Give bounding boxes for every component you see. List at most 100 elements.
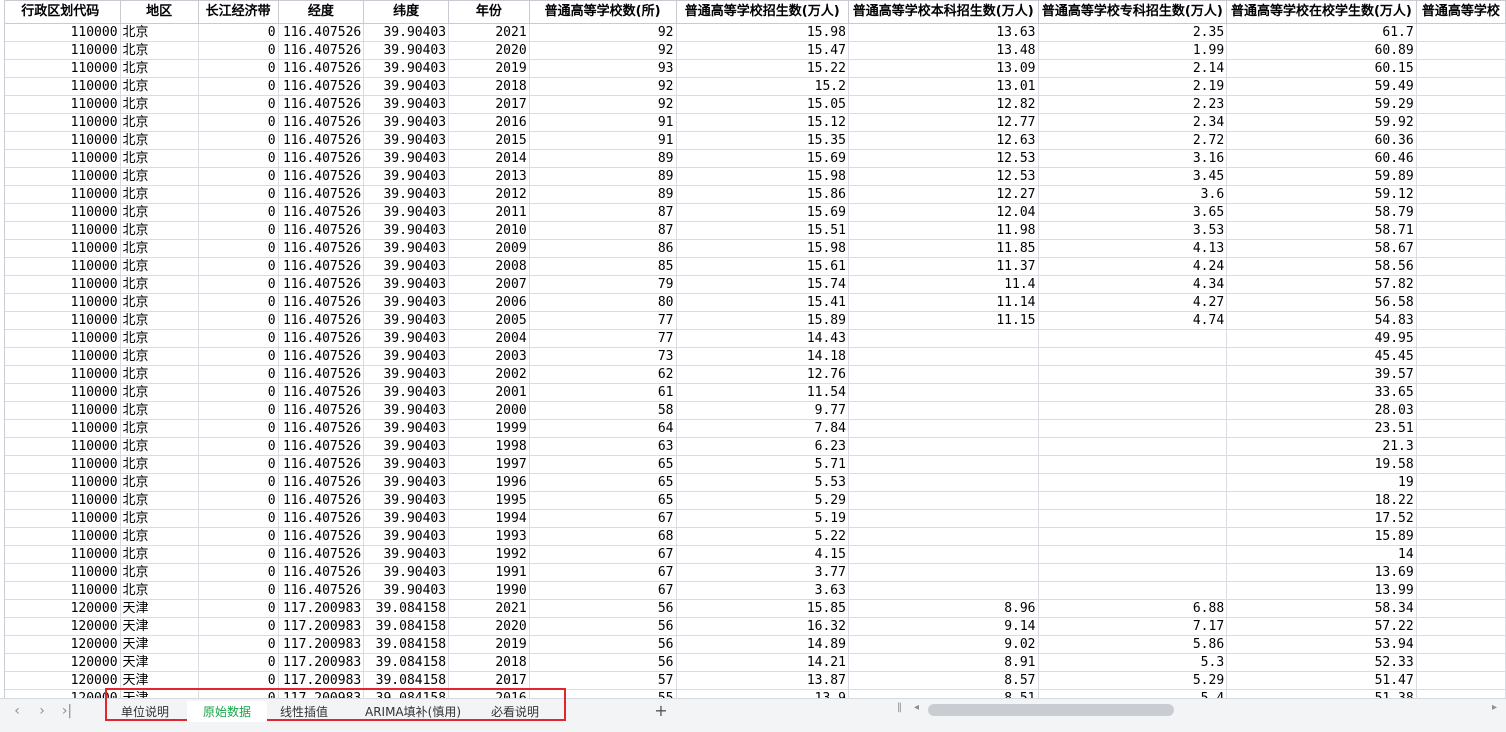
table-cell[interactable]: 2013 bbox=[448, 167, 530, 186]
table-cell[interactable]: 77 bbox=[528, 329, 677, 348]
table-cell[interactable]: 1.99 bbox=[1037, 41, 1228, 60]
table-cell[interactable] bbox=[1415, 527, 1506, 546]
table-cell[interactable]: 39.90403 bbox=[363, 239, 450, 258]
table-cell[interactable] bbox=[847, 419, 1039, 438]
table-cell[interactable]: 116.407526 bbox=[277, 221, 365, 240]
table-cell[interactable]: 116.407526 bbox=[277, 401, 365, 420]
column-header[interactable]: 地区 bbox=[119, 0, 199, 24]
table-cell[interactable]: 5.86 bbox=[1037, 635, 1228, 654]
table-cell[interactable]: 92 bbox=[528, 41, 677, 60]
table-cell[interactable]: 23.51 bbox=[1226, 419, 1417, 438]
table-cell[interactable]: 53.94 bbox=[1226, 635, 1417, 654]
table-cell[interactable] bbox=[1415, 401, 1506, 420]
table-cell[interactable]: 0 bbox=[197, 149, 279, 168]
table-cell[interactable] bbox=[1415, 653, 1506, 672]
table-cell[interactable]: 0 bbox=[197, 275, 279, 294]
table-cell[interactable]: 120000 bbox=[0, 599, 121, 618]
table-cell[interactable]: 北京 bbox=[119, 401, 199, 420]
table-cell[interactable] bbox=[1037, 491, 1228, 510]
table-cell[interactable]: 61 bbox=[528, 383, 677, 402]
sheet-tab[interactable]: 必看说明 bbox=[477, 701, 553, 723]
table-cell[interactable]: 北京 bbox=[119, 455, 199, 474]
table-cell[interactable]: 15.89 bbox=[1226, 527, 1417, 546]
sheet-tab[interactable]: ARIMA填补(慎用) bbox=[348, 701, 478, 723]
table-cell[interactable]: 110000 bbox=[0, 491, 121, 510]
table-cell[interactable] bbox=[1415, 23, 1506, 42]
table-cell[interactable]: 110000 bbox=[0, 401, 121, 420]
table-cell[interactable]: 13.48 bbox=[847, 41, 1039, 60]
table-cell[interactable]: 2019 bbox=[448, 59, 530, 78]
table-cell[interactable]: 8.91 bbox=[847, 653, 1039, 672]
table-cell[interactable] bbox=[1415, 365, 1506, 384]
table-cell[interactable]: 116.407526 bbox=[277, 59, 365, 78]
table-cell[interactable]: 110000 bbox=[0, 311, 121, 330]
table-cell[interactable]: 39.90403 bbox=[363, 383, 450, 402]
table-cell[interactable]: 117.200983 bbox=[277, 653, 365, 672]
table-cell[interactable]: 116.407526 bbox=[277, 311, 365, 330]
sheet-tab[interactable]: 线性插值 bbox=[264, 701, 344, 723]
table-cell[interactable]: 16.32 bbox=[675, 617, 849, 636]
table-cell[interactable]: 0 bbox=[197, 581, 279, 600]
table-cell[interactable]: 116.407526 bbox=[277, 455, 365, 474]
table-cell[interactable]: 39.084158 bbox=[363, 617, 450, 636]
table-cell[interactable]: 北京 bbox=[119, 149, 199, 168]
table-cell[interactable] bbox=[1415, 347, 1506, 366]
column-header[interactable]: 普通高等学校专科招生数(万人) bbox=[1037, 0, 1228, 24]
column-header[interactable]: 普通高等学校数(所) bbox=[528, 0, 677, 24]
scroll-split-icon[interactable]: ‖ bbox=[897, 702, 902, 713]
table-cell[interactable]: 12.82 bbox=[847, 95, 1039, 114]
table-cell[interactable]: 北京 bbox=[119, 113, 199, 132]
table-cell[interactable]: 18.22 bbox=[1226, 491, 1417, 510]
table-cell[interactable]: 0 bbox=[197, 239, 279, 258]
table-cell[interactable]: 0 bbox=[197, 347, 279, 366]
table-cell[interactable]: 4.24 bbox=[1037, 257, 1228, 276]
table-cell[interactable] bbox=[1415, 113, 1506, 132]
table-cell[interactable]: 4.34 bbox=[1037, 275, 1228, 294]
table-cell[interactable] bbox=[1415, 131, 1506, 150]
table-cell[interactable]: 北京 bbox=[119, 293, 199, 312]
table-cell[interactable]: 14.21 bbox=[675, 653, 849, 672]
table-cell[interactable]: 5.3 bbox=[1037, 653, 1228, 672]
table-cell[interactable]: 11.85 bbox=[847, 239, 1039, 258]
table-cell[interactable]: 116.407526 bbox=[277, 581, 365, 600]
table-cell[interactable]: 56 bbox=[528, 617, 677, 636]
table-cell[interactable]: 0 bbox=[197, 95, 279, 114]
table-cell[interactable]: 110000 bbox=[0, 365, 121, 384]
table-cell[interactable]: 天津 bbox=[119, 653, 199, 672]
table-cell[interactable]: 39.90403 bbox=[363, 491, 450, 510]
table-cell[interactable]: 116.407526 bbox=[277, 293, 365, 312]
table-cell[interactable]: 0 bbox=[197, 167, 279, 186]
table-cell[interactable]: 116.407526 bbox=[277, 545, 365, 564]
table-cell[interactable] bbox=[847, 491, 1039, 510]
table-cell[interactable]: 51.38 bbox=[1226, 689, 1417, 698]
table-cell[interactable]: 2015 bbox=[448, 131, 530, 150]
table-cell[interactable]: 117.200983 bbox=[277, 635, 365, 654]
sheet-tab[interactable]: 原始数据 bbox=[187, 701, 267, 723]
table-cell[interactable]: 56 bbox=[528, 599, 677, 618]
table-cell[interactable]: 1999 bbox=[448, 419, 530, 438]
table-cell[interactable]: 3.77 bbox=[675, 563, 849, 582]
table-cell[interactable]: 116.407526 bbox=[277, 131, 365, 150]
table-cell[interactable]: 116.407526 bbox=[277, 239, 365, 258]
table-cell[interactable]: 11.4 bbox=[847, 275, 1039, 294]
table-cell[interactable]: 54.83 bbox=[1226, 311, 1417, 330]
column-header[interactable]: 纬度 bbox=[363, 0, 450, 24]
table-cell[interactable]: 2021 bbox=[448, 23, 530, 42]
table-cell[interactable]: 116.407526 bbox=[277, 437, 365, 456]
table-cell[interactable]: 39.90403 bbox=[363, 347, 450, 366]
table-cell[interactable]: 14.89 bbox=[675, 635, 849, 654]
table-cell[interactable]: 86 bbox=[528, 239, 677, 258]
column-header[interactable]: 普通高等学校在校学生数(万人) bbox=[1226, 0, 1417, 24]
spreadsheet-grid[interactable]: 行政区划代码 地区 长江经济带 经度 纬度 年份 普通高等学校数(所) 普通高等学校招生数(万… bbox=[0, 0, 1506, 698]
table-cell[interactable] bbox=[847, 527, 1039, 546]
table-cell[interactable]: 1996 bbox=[448, 473, 530, 492]
table-cell[interactable]: 0 bbox=[197, 221, 279, 240]
table-cell[interactable] bbox=[847, 563, 1039, 582]
table-cell[interactable]: 39.90403 bbox=[363, 419, 450, 438]
table-cell[interactable]: 2010 bbox=[448, 221, 530, 240]
table-cell[interactable]: 52.33 bbox=[1226, 653, 1417, 672]
table-cell[interactable]: 110000 bbox=[0, 41, 121, 60]
table-cell[interactable]: 0 bbox=[197, 419, 279, 438]
table-cell[interactable] bbox=[1415, 329, 1506, 348]
table-cell[interactable]: 116.407526 bbox=[277, 23, 365, 42]
